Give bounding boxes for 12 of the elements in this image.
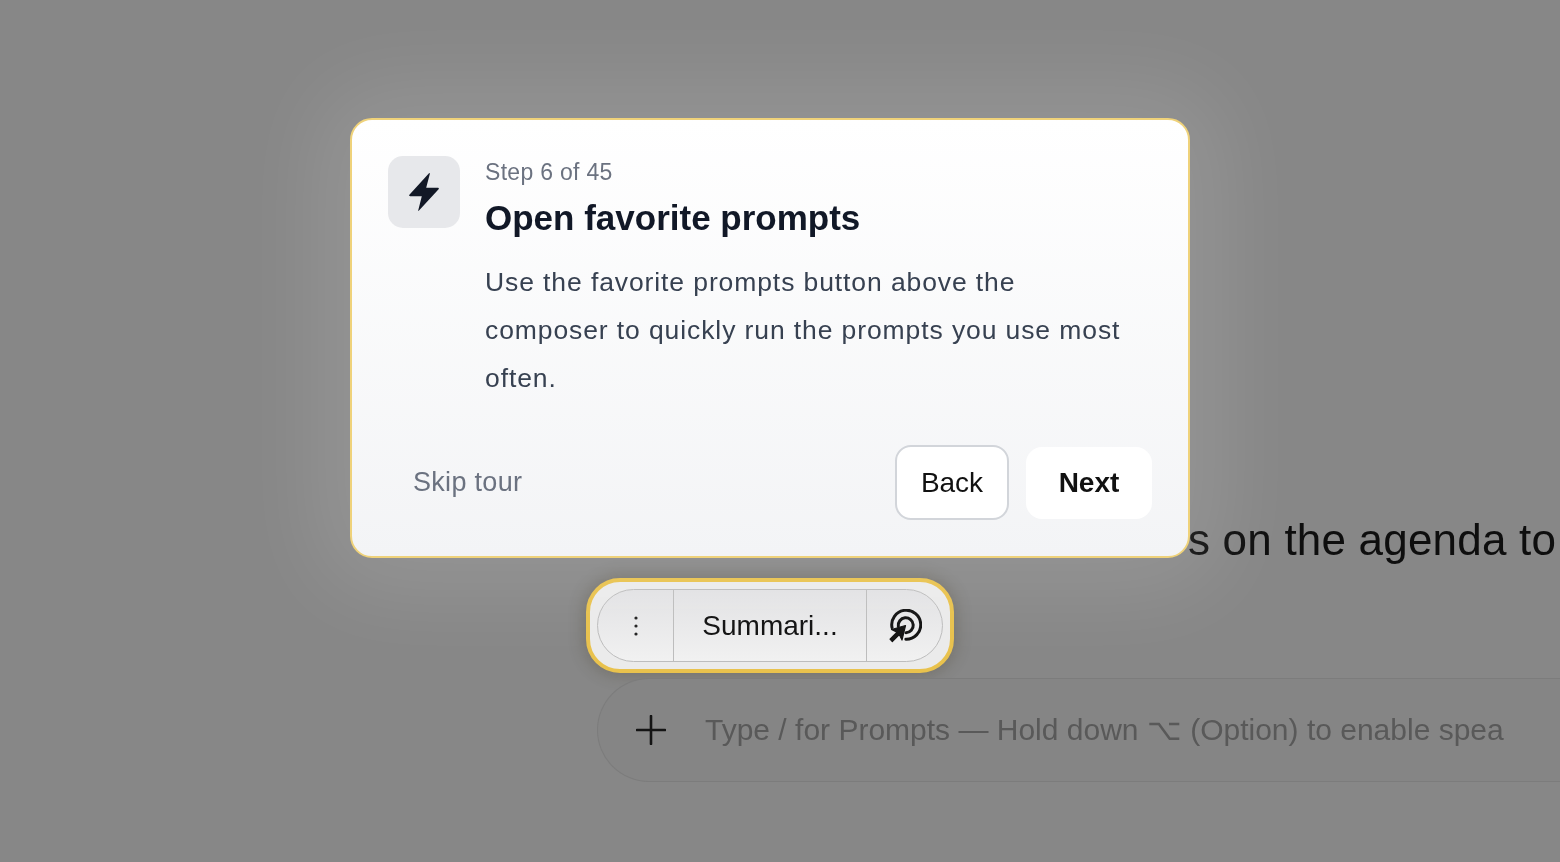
step-counter: Step 6 of 45 (485, 158, 613, 186)
dialog-title: Open favorite prompts (485, 198, 861, 238)
back-button[interactable]: Back (895, 445, 1009, 520)
greeting-heading: s on the agenda to (1188, 514, 1557, 566)
plus-icon[interactable] (636, 715, 666, 745)
dialog-description: Use the favorite prompts button above the composer to quickly run the prompts you use most often. (485, 266, 1122, 395)
skip-tour-link[interactable]: Skip tour (413, 467, 523, 498)
more-icon (632, 614, 639, 637)
next-button[interactable]: Next (1026, 446, 1152, 519)
pointer-target-icon (887, 608, 922, 643)
favorite-prompt-button[interactable]: Summari... (674, 590, 867, 661)
lightning-icon (388, 156, 460, 228)
